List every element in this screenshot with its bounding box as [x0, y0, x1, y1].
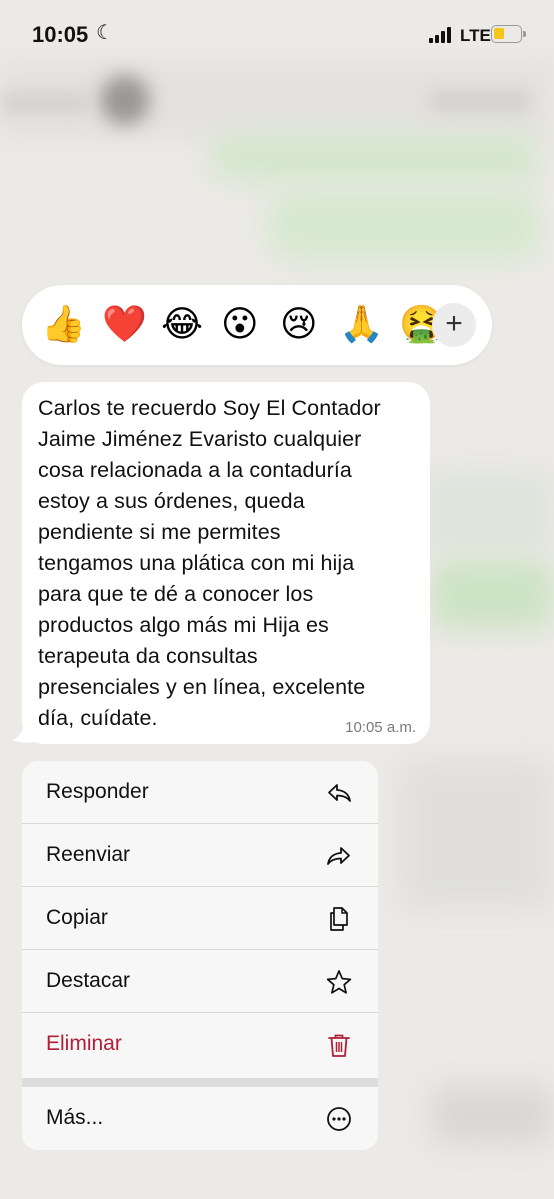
blurred-bubble — [210, 135, 540, 180]
network-type: LTE — [460, 26, 491, 45]
menu-item-more[interactable]: Más... — [22, 1087, 378, 1150]
message-timestamp: 10:05 a.m. — [345, 719, 416, 736]
crying-reaction[interactable]: 😢 — [280, 303, 318, 347]
more-icon — [327, 1107, 351, 1131]
laughing-reaction[interactable]: 😂 — [161, 303, 203, 347]
message-bubble[interactable]: Carlos te recuerdo Soy El Contador Jaime… — [22, 382, 430, 744]
praying-hands-reaction[interactable]: 🙏 — [339, 303, 384, 347]
message-line: productos algo más mi Hija es — [38, 613, 329, 637]
menu-item-delete[interactable]: Eliminar — [22, 1013, 378, 1076]
reply-icon — [328, 784, 351, 802]
menu-item-label: Copiar — [46, 906, 108, 929]
status-bar: 10:05 ☾ LTE — [0, 0, 554, 70]
battery-icon — [491, 25, 526, 43]
surprised-reaction[interactable]: 😮 — [221, 303, 259, 347]
menu-item-forward[interactable]: Reenviar — [22, 824, 378, 887]
message-line: Carlos te recuerdo Soy El Contador — [38, 396, 381, 420]
blurred-back-button — [0, 92, 90, 114]
star-icon — [326, 970, 352, 994]
menu-item-label: Responder — [46, 780, 149, 803]
blurred-avatar — [100, 75, 150, 125]
menu-separator — [22, 1078, 378, 1087]
trash-icon — [328, 1034, 350, 1057]
blurred-header-icons — [430, 90, 530, 112]
blurred-bubble — [270, 190, 540, 260]
clock: 10:05 — [32, 22, 89, 47]
message-context-menu: Responder Reenviar Copiar Destacar Elimi… — [22, 761, 378, 1150]
plus-icon[interactable]: + — [432, 303, 476, 347]
message-line: cosa relacionada a la contaduría — [38, 458, 352, 482]
message-line: presenciales y en línea, excelente — [38, 675, 366, 699]
thumbs-up-reaction[interactable]: 👍 — [41, 303, 86, 347]
moon-icon: ☾ — [96, 22, 114, 44]
menu-item-label: Eliminar — [46, 1032, 122, 1055]
menu-item-label: Destacar — [46, 969, 131, 992]
menu-item-star[interactable]: Destacar — [22, 950, 378, 1013]
message-line: pendiente si me permites — [38, 520, 281, 544]
menu-item-label: Reenviar — [46, 843, 131, 866]
message-line: estoy a sus órdenes, queda — [38, 489, 305, 513]
message-line: Jaime Jiménez Evaristo cualquier — [38, 427, 362, 451]
menu-item-reply[interactable]: Responder — [22, 761, 378, 824]
blurred-bubble — [430, 560, 554, 630]
message-line: tengamos una plática con mi hija — [38, 551, 355, 575]
blurred-bubble — [420, 470, 554, 550]
menu-item-copy[interactable]: Copiar — [22, 887, 378, 950]
message-line: terapeuta da consultas — [38, 644, 258, 668]
copy-icon — [330, 907, 348, 931]
menu-item-label: Más... — [46, 1106, 104, 1129]
blurred-input-bar — [430, 1085, 554, 1145]
forward-icon — [327, 847, 350, 865]
reaction-bar: 👍 ❤️ 😂 😮 😢 🙏 🤮 + — [22, 285, 492, 365]
message-line: para que te dé a conocer los — [38, 582, 314, 606]
heart-reaction[interactable]: ❤️ — [102, 303, 147, 347]
cellular-signal-icon — [429, 27, 455, 43]
blurred-bubble — [400, 760, 554, 910]
message-text: Carlos te recuerdo Soy El Contador Jaime… — [38, 393, 414, 734]
